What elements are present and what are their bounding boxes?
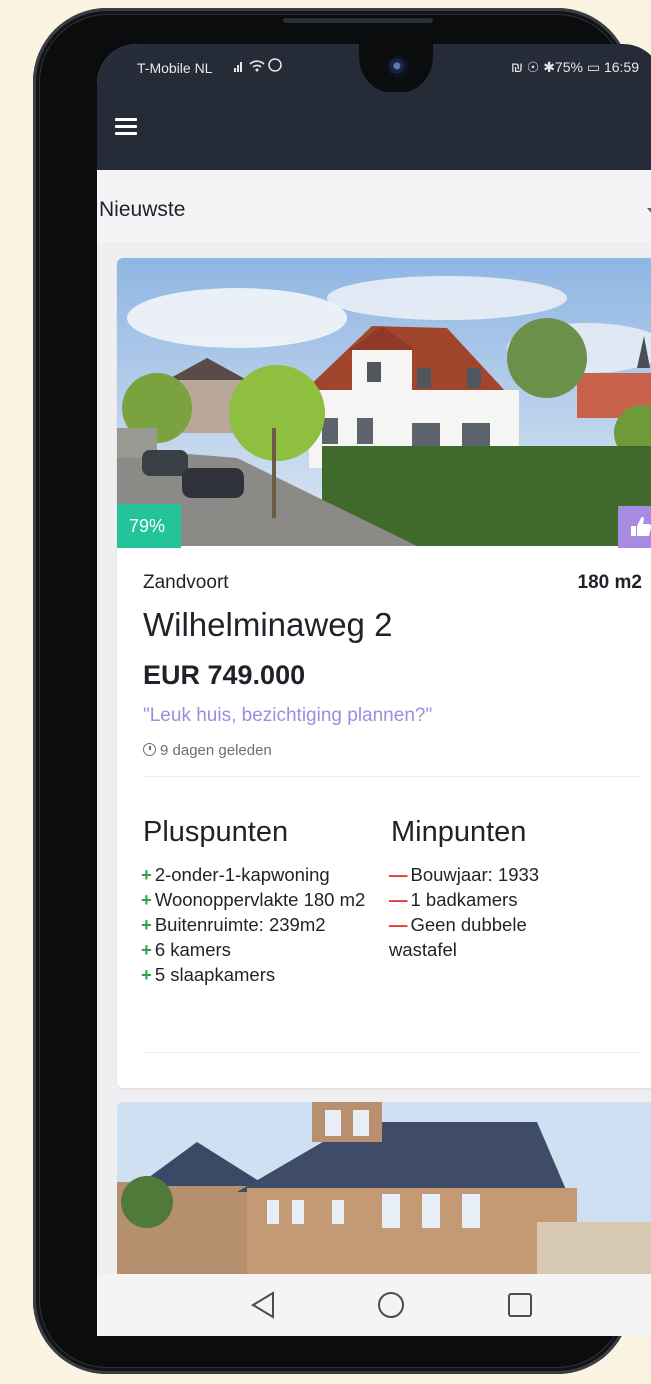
listing-photo[interactable] (117, 258, 651, 546)
home-circle-icon[interactable] (376, 1290, 406, 1320)
minus-icon: — (389, 889, 408, 910)
pros-item: +6 kamers (141, 939, 231, 960)
plus-icon: + (141, 964, 152, 985)
status-right-indicators: ₪ ☉ ✱75% ▭ 16:59 (510, 59, 639, 75)
cons-item: — Geen dubbele wastafel (389, 914, 527, 960)
pros-item: + Woonoppervlakte 180 m2 (141, 889, 366, 910)
pros-item: +5 slaapkamers (141, 964, 276, 985)
front-camera (387, 56, 409, 78)
back-triangle-icon[interactable] (249, 1290, 277, 1320)
phone-screen: T-Mobile NL ₪ ☉ ✱75% ▭ 16:59 Nieuwste 79… (97, 44, 651, 1336)
pros-item: +2-onder-1-kapwoning (141, 864, 330, 885)
cons-item: — Bouwjaar: 1933 (389, 864, 540, 885)
like-button[interactable] (618, 506, 651, 548)
pros-list: +2-onder-1-kapwoning + Woonoppervlakte 18… (141, 862, 389, 987)
speaker-grille (283, 18, 433, 23)
system-nav-bar (97, 1274, 651, 1336)
listing-area: 180 m2 (577, 572, 642, 593)
clock-icon (143, 743, 156, 756)
signal-icon (234, 56, 294, 79)
thumbs-up-icon (631, 516, 651, 536)
minus-icon: — (389, 864, 408, 885)
plus-icon: + (141, 939, 152, 960)
listing-street: Wilhelminaweg 2 (143, 606, 393, 643)
minus-icon: — (389, 914, 408, 935)
sort-selected-value: Nieuwste (99, 198, 186, 221)
carrier-label: T-Mobile NL (137, 60, 213, 76)
pros-item: + Buitenruimte: 239m2 (141, 914, 326, 935)
plus-icon: + (141, 914, 152, 935)
divider (143, 776, 641, 777)
recents-square-icon[interactable] (505, 1290, 535, 1320)
cons-item: —1 badkamers (389, 889, 518, 910)
hamburger-icon[interactable] (115, 118, 137, 136)
listing-age: 9 dagen geleden (143, 742, 272, 759)
listing-card[interactable]: 79% Zandvoort 180 m2 Wilhelminaweg 2 EUR… (117, 258, 651, 1088)
plus-icon: + (141, 889, 152, 910)
chevron-down-icon (647, 208, 651, 214)
plus-icon: + (141, 864, 152, 885)
match-score-badge: 79% (117, 504, 181, 548)
listing-price: EUR 749.000 (143, 660, 306, 690)
phone-frame: T-Mobile NL ₪ ☉ ✱75% ▭ 16:59 Nieuwste 79… (33, 8, 651, 1374)
listing-age-text: 9 dagen geleden (160, 742, 272, 759)
status-bar: T-Mobile NL ₪ ☉ ✱75% ▭ 16:59 (97, 44, 651, 94)
pros-title: Pluspunten (143, 816, 289, 848)
sort-dropdown[interactable]: Nieuwste (97, 170, 651, 242)
app-bar (97, 92, 651, 170)
cons-title: Minpunten (391, 816, 527, 848)
cons-list: — Bouwjaar: 1933 —1 badkamers — Geen dubbe… (389, 862, 579, 962)
divider (143, 1052, 641, 1053)
listing-city: Zandvoort (143, 572, 229, 593)
listing-note: "Leuk huis, bezichtiging plannen?" (143, 705, 433, 726)
